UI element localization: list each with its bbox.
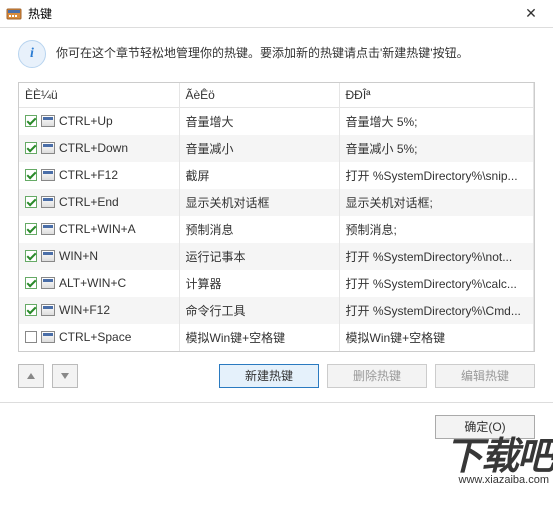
table-row[interactable]: CTRL+WIN+A 预制消息预制消息;	[19, 216, 534, 243]
hotkey-label: CTRL+F12	[59, 168, 118, 182]
keyboard-icon	[41, 250, 55, 262]
hotkey-label: CTRL+Up	[59, 114, 113, 128]
info-icon: i	[18, 40, 46, 68]
row-name: 音量增大	[179, 107, 339, 135]
column-desc[interactable]: ÐÐÎª	[339, 83, 534, 107]
watermark-sub: www.xiazaiba.com	[445, 474, 553, 486]
row-desc: 模拟Win键+空格键	[339, 324, 534, 351]
row-name: 命令行工具	[179, 297, 339, 324]
keyboard-icon	[41, 277, 55, 289]
keyboard-icon	[41, 169, 55, 181]
row-name: 截屏	[179, 162, 339, 189]
hotkey-label: WIN+F12	[59, 303, 110, 317]
row-checkbox[interactable]	[25, 196, 37, 208]
move-down-button[interactable]	[52, 364, 78, 388]
table-row[interactable]: CTRL+End 显示关机对话框显示关机对话框;	[19, 189, 534, 216]
row-checkbox[interactable]	[25, 169, 37, 181]
row-desc: 打开 %SystemDirectory%\calc...	[339, 270, 534, 297]
hotkey-label: WIN+N	[59, 249, 98, 263]
hotkey-table: ÈÈ¼ü ÃèÊö ÐÐÎª CTRL+Up音量增大音量增大 5%;CTRL+D…	[18, 82, 535, 352]
row-checkbox[interactable]	[25, 250, 37, 262]
row-desc: 音量减小 5%;	[339, 135, 534, 162]
titlebar: 热键 ✕	[0, 0, 553, 28]
keyboard-icon	[41, 115, 55, 127]
hotkey-label: CTRL+WIN+A	[59, 222, 136, 236]
info-row: i 你可在这个章节轻松地管理你的热键。要添加新的热键请点击'新建热键'按钮。	[0, 28, 553, 82]
table-row[interactable]: CTRL+Space 模拟Win键+空格键模拟Win键+空格键	[19, 324, 534, 351]
arrow-up-icon	[26, 371, 36, 381]
keyboard-icon	[41, 196, 55, 208]
move-up-button[interactable]	[18, 364, 44, 388]
close-icon: ✕	[525, 5, 537, 22]
row-name: 计算器	[179, 270, 339, 297]
row-checkbox[interactable]	[25, 304, 37, 316]
edit-hotkey-button[interactable]: 编辑热键	[435, 364, 535, 388]
delete-hotkey-button[interactable]: 删除热键	[327, 364, 427, 388]
row-desc: 打开 %SystemDirectory%\not...	[339, 243, 534, 270]
hotkey-label: CTRL+End	[59, 195, 119, 209]
app-icon	[6, 6, 22, 22]
new-hotkey-button[interactable]: 新建热键	[219, 364, 319, 388]
table-row[interactable]: CTRL+Up 音量增大音量增大 5%;	[19, 107, 534, 135]
table-row[interactable]: WIN+F12 命令行工具打开 %SystemDirectory%\Cmd...	[19, 297, 534, 324]
hotkey-label: CTRL+Down	[59, 141, 128, 155]
hotkey-label: ALT+WIN+C	[59, 276, 126, 290]
keyboard-icon	[41, 223, 55, 235]
table-row[interactable]: CTRL+F12 截屏打开 %SystemDirectory%\snip...	[19, 162, 534, 189]
keyboard-icon	[41, 331, 55, 343]
row-desc: 音量增大 5%;	[339, 107, 534, 135]
row-desc: 打开 %SystemDirectory%\Cmd...	[339, 297, 534, 324]
row-checkbox[interactable]	[25, 142, 37, 154]
arrow-down-icon	[60, 371, 70, 381]
row-name: 模拟Win键+空格键	[179, 324, 339, 351]
row-checkbox[interactable]	[25, 115, 37, 127]
close-button[interactable]: ✕	[511, 1, 551, 27]
row-name: 音量减小	[179, 135, 339, 162]
row-desc: 预制消息;	[339, 216, 534, 243]
column-name[interactable]: ÃèÊö	[179, 83, 339, 107]
column-hotkey[interactable]: ÈÈ¼ü	[19, 83, 179, 107]
row-name: 预制消息	[179, 216, 339, 243]
row-name: 显示关机对话框	[179, 189, 339, 216]
ok-button[interactable]: 确定(O)	[435, 415, 535, 439]
window-title: 热键	[28, 5, 511, 22]
row-name: 运行记事本	[179, 243, 339, 270]
row-checkbox[interactable]	[25, 277, 37, 289]
footer: 确定(O)	[0, 403, 553, 453]
table-row[interactable]: ALT+WIN+C 计算器打开 %SystemDirectory%\calc...	[19, 270, 534, 297]
row-desc: 显示关机对话框;	[339, 189, 534, 216]
info-text: 你可在这个章节轻松地管理你的热键。要添加新的热键请点击'新建热键'按钮。	[56, 40, 469, 61]
row-desc: 打开 %SystemDirectory%\snip...	[339, 162, 534, 189]
keyboard-icon	[41, 304, 55, 316]
table-row[interactable]: CTRL+Down 音量减小音量减小 5%;	[19, 135, 534, 162]
table-row[interactable]: WIN+N 运行记事本打开 %SystemDirectory%\not...	[19, 243, 534, 270]
row-checkbox[interactable]	[25, 223, 37, 235]
button-row: 新建热键 删除热键 编辑热键	[0, 352, 553, 400]
keyboard-icon	[41, 142, 55, 154]
row-checkbox[interactable]	[25, 331, 37, 343]
hotkey-label: CTRL+Space	[59, 330, 131, 344]
